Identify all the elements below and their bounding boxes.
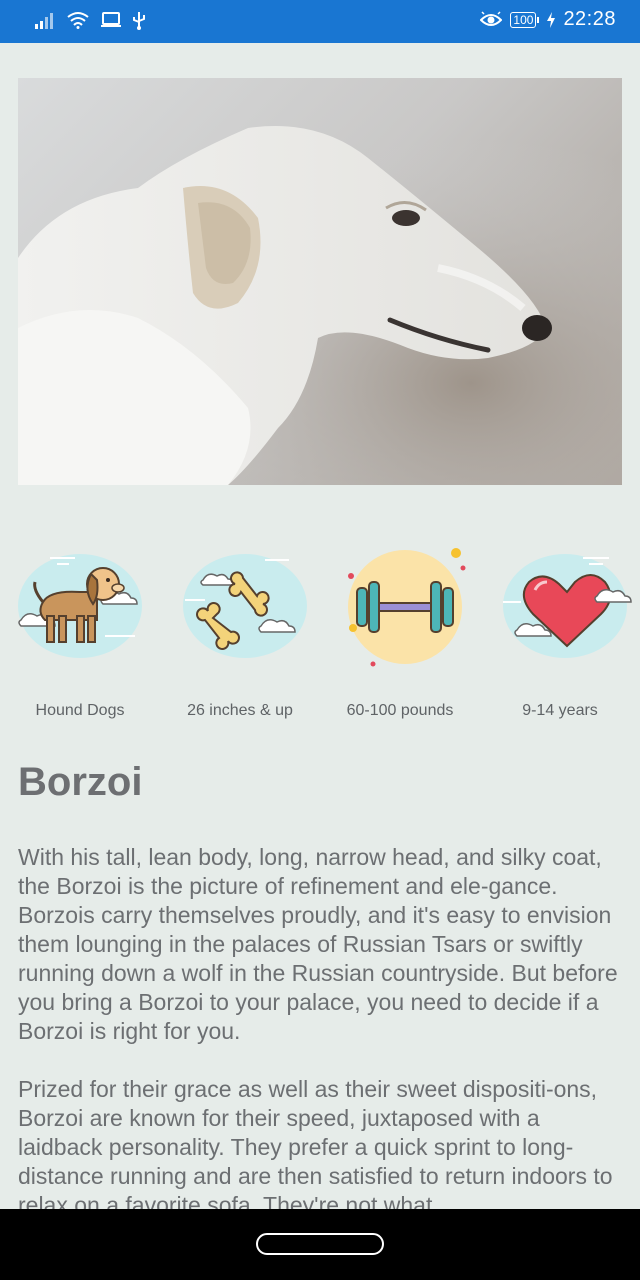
info-item-weight: 60-100 pounds [320,540,480,730]
laptop-icon [101,12,121,27]
weight-label: 60-100 pounds [346,702,454,719]
status-bar: 100 22:28 [0,0,640,43]
wifi-icon [67,12,89,29]
usb-icon [133,12,145,30]
breed-group-label: Hound Dogs [35,702,125,719]
breed-description: With his tall, lean body, long, narrow h… [18,843,622,1209]
lifespan-label: 9-14 years [522,702,598,719]
navigation-bar [0,1209,640,1280]
charging-icon [547,11,556,28]
height-label: 26 inches & up [187,702,293,719]
info-item-group: Hound Dogs [0,540,160,730]
battery-level: 100 [510,11,537,28]
info-item-lifespan: 9-14 years [480,540,640,730]
description-paragraph: With his tall, lean body, long, narrow h… [18,844,618,1044]
breed-title: Borzoi [18,760,143,804]
description-paragraph: Prized for their grace as well as their … [18,1076,613,1209]
dog-icon [18,554,142,658]
breed-photo [18,78,622,485]
info-item-height: 26 inches & up [160,540,320,730]
eye-icon [480,10,503,26]
dumbbell-icon [348,548,466,667]
signal-icon [35,13,53,29]
home-gesture-handle[interactable] [256,1233,384,1255]
heart-icon [503,554,632,658]
breed-info-row: Hound Dogs 26 inches & up 60-100 pounds … [0,540,640,740]
clock: 22:28 [563,8,616,30]
battery-icon: 100 [510,11,540,28]
bones-icon [183,554,307,658]
